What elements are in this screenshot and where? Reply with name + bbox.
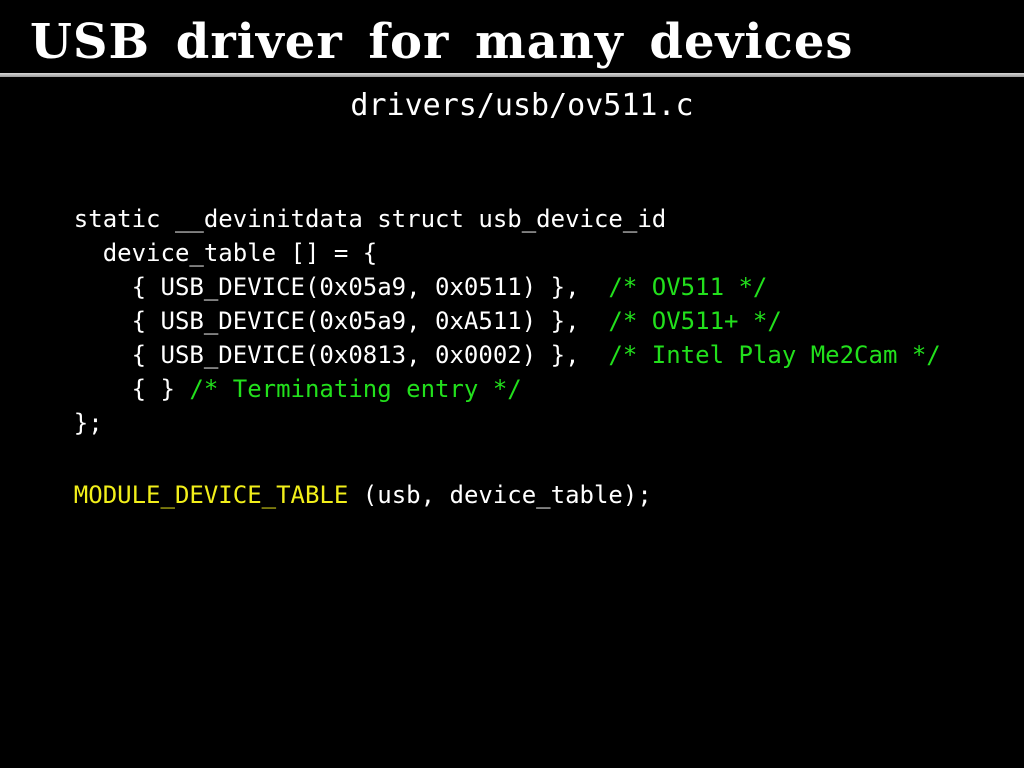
code-text: { USB_DEVICE(0x0813, 0x0002) }, (73, 341, 609, 369)
code-text: device_table [] = { (73, 239, 378, 267)
title-divider (0, 73, 1024, 77)
code-text: { USB_DEVICE(0x05a9, 0xA511) }, (73, 307, 609, 335)
macro-name: MODULE_DEVICE_TABLE (73, 481, 349, 509)
file-path-heading: drivers/usb/ov511.c (350, 88, 694, 123)
code-comment: /* Terminating entry */ (189, 375, 522, 403)
code-text: (usb, device_table); (348, 481, 652, 509)
code-comment: /* OV511+ */ (608, 307, 782, 335)
code-listing: static __devinitdata struct usb_device_i… (16, 168, 941, 509)
code-line-macro: MODULE_DEVICE_TABLE (usb, device_table); (16, 444, 941, 509)
code-comment: /* OV511 */ (608, 273, 768, 301)
slide-title: USB driver for many devices (30, 14, 854, 70)
code-text: { USB_DEVICE(0x05a9, 0x0511) }, (73, 273, 609, 301)
code-line-1: static __devinitdata struct usb_device_i… (16, 168, 941, 233)
code-comment: /* Intel Play Me2Cam */ (608, 341, 941, 369)
code-text: }; (73, 409, 103, 437)
code-text: static __devinitdata struct usb_device_i… (73, 205, 667, 233)
code-text: { } (73, 375, 190, 403)
